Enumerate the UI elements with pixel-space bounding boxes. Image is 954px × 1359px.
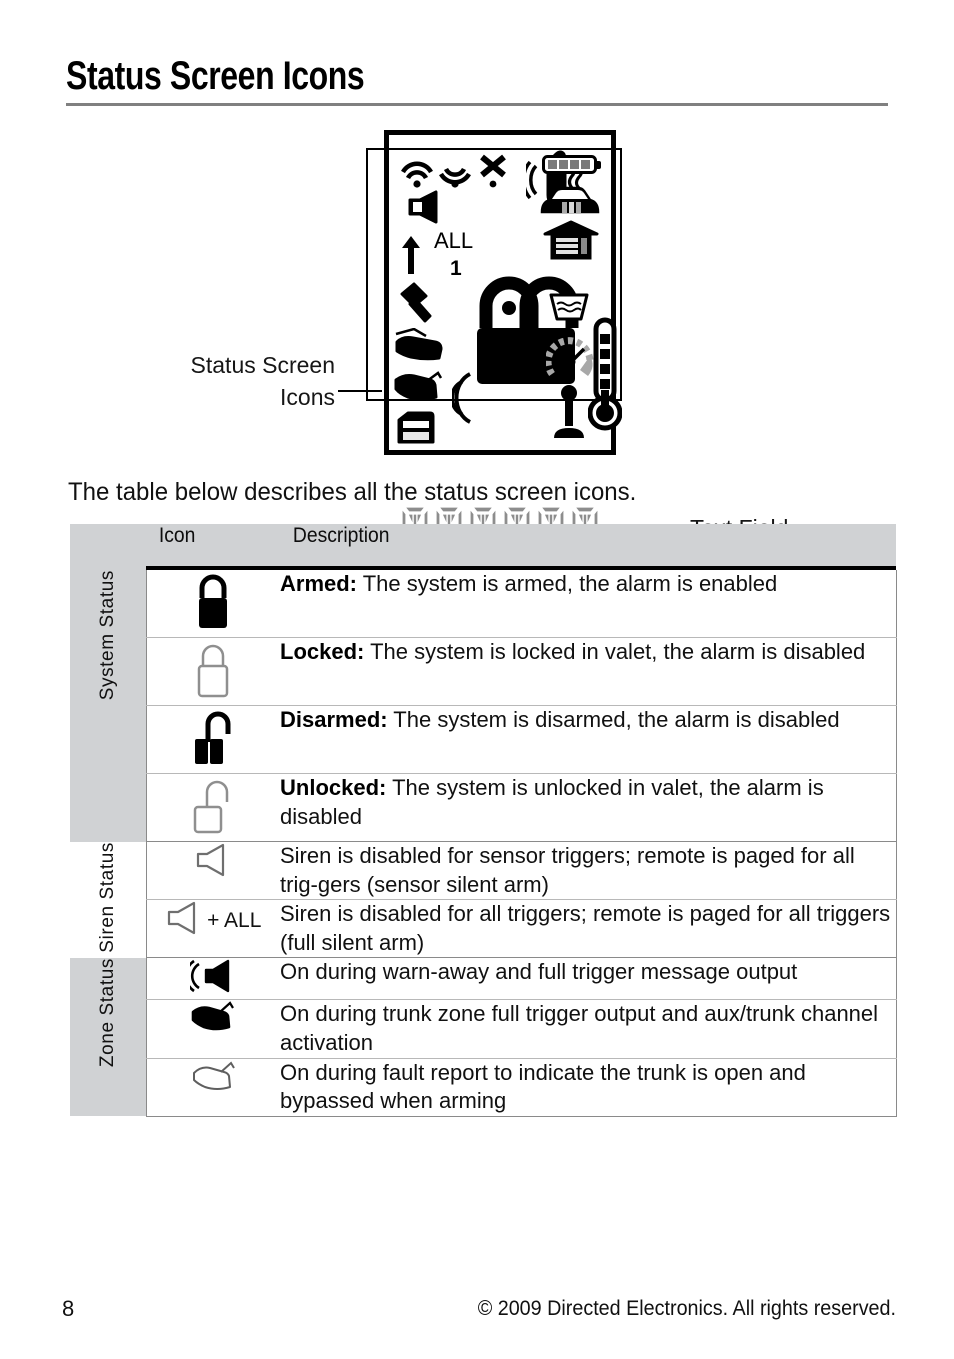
callout-left-line1: Status Screen: [190, 352, 335, 378]
lcd-icon-layer: ALL 1: [390, 138, 623, 448]
hood-open-icon: [394, 327, 444, 362]
row-text: On during trunk zone full trigger output…: [280, 1001, 879, 1055]
description-cell: Siren is disabled for all triggers; remo…: [280, 899, 897, 959]
car-icon: [540, 184, 600, 218]
table-row: Disarmed: The system is disarmed, the al…: [70, 705, 897, 774]
table-row: Siren Status Siren is disabled for senso…: [70, 841, 897, 958]
speaker-siren-icon: [406, 190, 446, 224]
row-text: Siren is disabled for all triggers; remo…: [280, 901, 891, 955]
icon-cell: [145, 570, 280, 638]
table-row: On during fault report to indicate the t…: [70, 1058, 897, 1117]
trunk-outline-icon: [191, 1061, 236, 1101]
page-title: Status Screen Icons: [66, 54, 365, 98]
icon-cell: [145, 705, 280, 774]
row-term: Unlocked:: [280, 775, 387, 800]
icon-cell: [145, 637, 280, 706]
description-cell: Unlocked: The system is unlocked in vale…: [280, 773, 897, 842]
table-row: Locked: The system is locked in valet, t…: [70, 637, 897, 706]
table-row: On during trunk zone full trigger output…: [70, 999, 897, 1059]
padlock-closed-filled-icon: [193, 574, 233, 636]
icon-cell: [145, 841, 280, 901]
title-divider: [66, 103, 888, 106]
header-icon: Icon: [146, 524, 280, 566]
row-text: The system is armed, the alarm is enable…: [357, 571, 778, 596]
footer-copyright: © 2009 Directed Electronics. All rights …: [477, 1297, 896, 1320]
trunk-filled-icon: [191, 1001, 235, 1040]
row-text: On during fault report to indicate the t…: [280, 1059, 806, 1114]
description-cell: On during trunk zone full trigger output…: [280, 999, 897, 1059]
description-cell: On during warn-away and full trigger mes…: [280, 957, 897, 1001]
table-row: Unlocked: The system is unlocked in vale…: [70, 773, 897, 842]
speaker-outline-icon: [194, 843, 232, 882]
callout-left-line2: Icons: [280, 383, 335, 410]
lcd-one-label: 1: [450, 257, 462, 280]
door-open-icon: [396, 410, 436, 446]
row-term: Disarmed:: [280, 707, 388, 732]
fluid-level-icon: [548, 292, 590, 322]
status-icons-table: Icon Description System Status Armed: Th…: [70, 524, 897, 1117]
row-text: The system is locked in valet, the alarm…: [364, 639, 866, 664]
garage-icon: [542, 220, 600, 260]
description-cell: Locked: The system is locked in valet, t…: [280, 637, 897, 706]
row-term: Locked:: [280, 639, 365, 664]
description-cell: Armed: The system is armed, the alarm is…: [280, 570, 897, 638]
row-text: Siren is disabled for sensor triggers; r…: [280, 843, 855, 897]
category-zone-status: Zone Status: [70, 957, 146, 1117]
category-system-status: System Status: [70, 570, 146, 842]
speaker-outline-icon: [165, 900, 203, 941]
icon-cell: [145, 999, 280, 1059]
icon-cell: [145, 957, 280, 1001]
speaker-filled-waves-icon: [184, 960, 236, 998]
description-cell: On during fault report to indicate the t…: [280, 1058, 897, 1117]
header-description: Description: [280, 524, 896, 566]
description-cell: Disarmed: The system is disarmed, the al…: [280, 705, 897, 774]
icon-cell: + ALL: [145, 899, 280, 959]
table-row: Zone Status On during warn-away and full…: [70, 957, 897, 1117]
lcd-all-label: ALL: [434, 228, 474, 253]
category-siren-status: Siren Status: [70, 841, 146, 958]
description-cell: Siren is disabled for sensor triggers; r…: [280, 841, 897, 901]
padlock-closed-outline-icon: [193, 644, 233, 704]
icon-suffix-label: + ALL: [207, 908, 262, 932]
row-text: On during warn-away and full trigger mes…: [280, 959, 798, 985]
intro-text: The table below describes all the status…: [68, 478, 637, 506]
row-term: Armed:: [280, 571, 358, 596]
gear-shifter-icon: [550, 384, 588, 442]
thermometer-icon: [587, 316, 623, 434]
table-header-row: Icon Description: [70, 524, 896, 566]
signal-waves-2-icon: [438, 158, 472, 188]
speaker-plus-all-icon: + ALL: [165, 900, 261, 941]
lcd-diagram: Status Screen Icons Text Field: [0, 120, 954, 557]
table-row: + ALL Siren is disabled for all triggers…: [70, 899, 897, 959]
footer-page-number: 8: [62, 1296, 75, 1321]
padlock-open-filled-icon: [191, 711, 235, 772]
up-arrow-icon: [400, 234, 422, 276]
signal-waves-icon: [400, 158, 434, 188]
trunk-open-icon: [394, 370, 444, 406]
padlock-open-outline-icon: [190, 780, 236, 840]
row-text: The system is disarmed, the alarm is dis…: [387, 707, 840, 732]
x-mark-icon: [478, 154, 508, 188]
icon-cell: [145, 1058, 280, 1117]
icon-cell: [145, 773, 280, 842]
hammer-shock-sensor-icon: [396, 282, 440, 326]
battery-icon: [542, 154, 604, 176]
callout-status-screen-icons: Status Screen Icons: [120, 350, 335, 413]
table-row: System Status Armed: The system is armed…: [70, 570, 897, 842]
header-category: [70, 524, 146, 566]
